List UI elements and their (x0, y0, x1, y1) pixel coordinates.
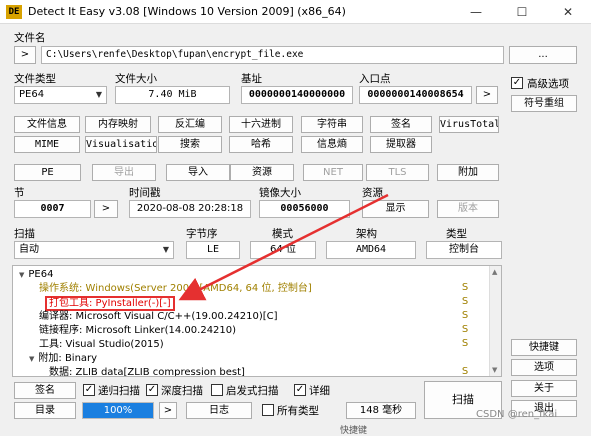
annotation-arrow (178, 193, 389, 301)
